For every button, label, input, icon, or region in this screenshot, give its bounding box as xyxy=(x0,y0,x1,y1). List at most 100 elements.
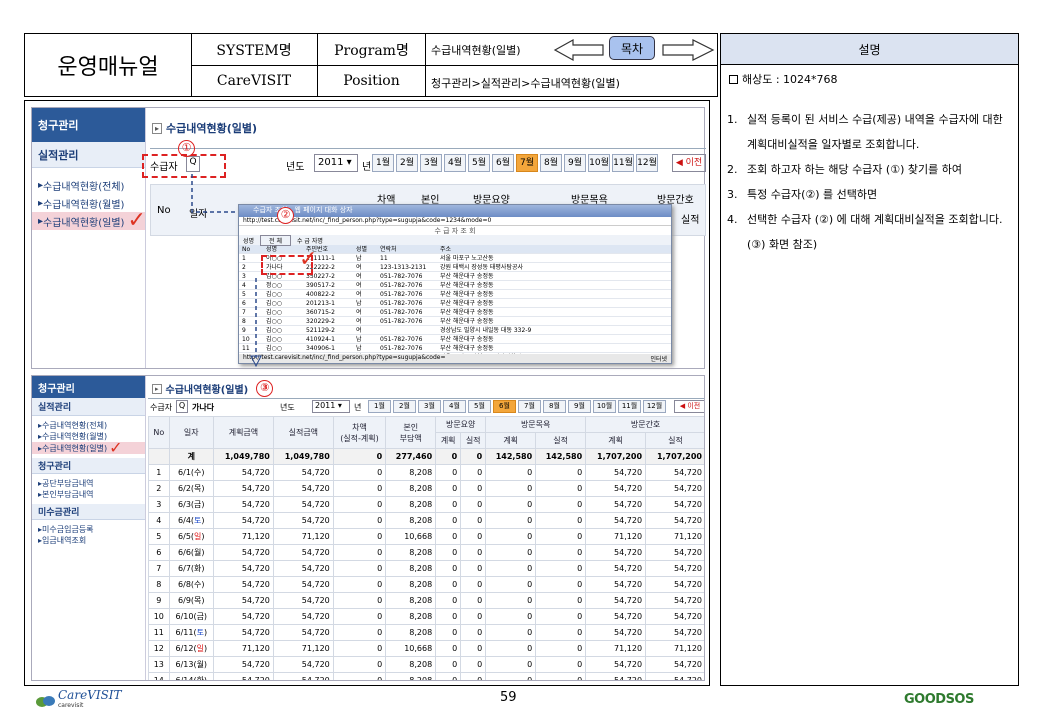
table-cell: 54,720 xyxy=(212,576,274,593)
th-plan: 계획 xyxy=(435,432,462,449)
prev-button[interactable]: ◀ 이전 xyxy=(674,400,704,413)
nav-item-total[interactable]: ▸ 수급내역현황(전체) xyxy=(32,420,145,431)
nav-item-daily[interactable]: ▸ 수급내역현황(일별) ✓ xyxy=(32,440,145,456)
search-icon[interactable]: Q xyxy=(176,400,188,413)
popup-cell: 2 xyxy=(242,264,246,271)
popup-cell: 여 xyxy=(356,291,362,298)
year-label: 년도 xyxy=(280,403,295,412)
popup-row[interactable]: 8 김○○ 320229-2 여 051-782-7076 부산 해운대구 송정동 xyxy=(239,317,671,326)
popup-row[interactable]: 10 김○○ 410924-1 남 051-782-7076 부산 해운대구 송정동 xyxy=(239,335,671,344)
month-tab[interactable]: 1월 xyxy=(368,400,391,413)
table-cell: 54,720 xyxy=(585,480,647,497)
month-tab[interactable]: 11월 xyxy=(618,400,641,413)
month-tab[interactable]: 5월 xyxy=(468,400,491,413)
nav-item-monthly[interactable]: ▸ 수급내역현황(월별) xyxy=(32,431,145,442)
month-tab[interactable]: 4월 xyxy=(443,400,466,413)
year-select[interactable]: 2011 ▾ xyxy=(312,400,350,413)
table-cell: 0 xyxy=(332,592,387,609)
popup-row[interactable]: 7 김○○ 360715-2 여 051-782-7076 부산 해운대구 송정동 xyxy=(239,308,671,317)
table-cell: 0 xyxy=(332,528,387,545)
table-cell: 54,720 xyxy=(645,496,704,513)
table-cell: 0 xyxy=(460,512,487,529)
popup-filter-select[interactable]: 전 체 xyxy=(260,234,291,246)
table-cell: 54,720 xyxy=(585,512,647,529)
step-text: 특정 수급자(②) 를 선택하면 xyxy=(747,188,878,201)
month-tab[interactable]: 6월 xyxy=(493,400,516,413)
nav-item-daily[interactable]: ▸ 수급내역현황(일별) ✓ xyxy=(32,210,146,232)
month-tab[interactable]: 4월 xyxy=(444,154,466,172)
table-cell: 4 xyxy=(148,512,170,529)
nav-item-receivable-entry[interactable]: ▸ 미수금입금등록 xyxy=(32,524,145,535)
table-cell: 54,720 xyxy=(645,672,704,680)
month-tab[interactable]: 1월 xyxy=(372,154,394,172)
month-tab[interactable]: 11월 xyxy=(612,154,634,172)
nav-item-deposit-lookup[interactable]: ▸ 입금내역조회 xyxy=(32,535,145,546)
table-cell xyxy=(148,448,170,465)
table-cell: 0 xyxy=(460,576,487,593)
popup-cell: 부산 해운대구 송정동 xyxy=(440,282,494,289)
month-tab[interactable]: 7월 xyxy=(518,400,541,413)
month-tab[interactable]: 8월 xyxy=(540,154,562,172)
daily-table-wrap: No 일자 계획금액 실적금액 차액 (실적-계획) 본인 부담액 방문요양 방문목… xyxy=(148,416,704,680)
table-cell: 54,720 xyxy=(645,592,704,609)
table-row: 11 6/11(토) 54,720 54,720 0 8,208 0 0 0 0 54,720 54,… xyxy=(148,624,704,641)
nav-subtitle[interactable]: 실적관리 xyxy=(32,142,145,168)
table-cell: 54,720 xyxy=(585,608,647,625)
popup-cell: 320229-2 xyxy=(306,318,335,325)
month-tab[interactable]: 12월 xyxy=(636,154,658,172)
popup-row[interactable]: 9 김○○ 521129-2 여 경상남도 밀양시 내일동 대동 332-9 xyxy=(239,326,671,335)
popup-row[interactable]: 11 김○○ 340906-1 남 051-782-7076 부산 해운대구 송정동 xyxy=(239,344,671,353)
nav-subtitle[interactable]: 실적관리 xyxy=(32,398,145,416)
month-tab[interactable]: 10월 xyxy=(588,154,610,172)
nav-subtitle-receivables[interactable]: 미수금관리 xyxy=(32,504,145,520)
th-plan: 계획 xyxy=(485,432,537,449)
month-tab[interactable]: 6월 xyxy=(492,154,514,172)
popup-row[interactable]: 5 김○○ 400822-2 여 051-782-7076 부산 해운대구 송정동 xyxy=(239,290,671,299)
nav-item-corp-charge[interactable]: ▸ 공단부담금내역 xyxy=(32,478,145,489)
month-tab[interactable]: 3월 xyxy=(418,400,441,413)
nav-title[interactable]: 청구관리 xyxy=(32,108,145,142)
table-cell: 0 xyxy=(535,640,587,657)
table-cell: 54,720 xyxy=(212,624,274,641)
month-tab[interactable]: 5월 xyxy=(468,154,490,172)
search-icon[interactable]: Q xyxy=(186,156,200,172)
month-tab[interactable]: 8월 xyxy=(543,400,566,413)
popup-cell: 서울 마포구 노고산동 xyxy=(440,255,494,262)
table-cell: 54,720 xyxy=(272,464,334,481)
marker-3: ③ xyxy=(256,380,274,397)
th-actual: 실적 xyxy=(535,432,587,449)
year-select[interactable]: 2011 ▾ xyxy=(314,154,358,172)
popup-cell: 김○○ xyxy=(266,291,282,298)
th-actual-amt: 실적금액 xyxy=(272,416,334,449)
table-cell: 0 xyxy=(332,624,387,641)
nav-subtitle-claims[interactable]: 청구관리 xyxy=(32,458,145,474)
prev-button[interactable]: ◀ 이전 xyxy=(672,154,706,172)
nav-item-total[interactable]: ▸ 수급내역현황(전체) xyxy=(32,176,145,194)
nav-title[interactable]: 청구관리 xyxy=(32,376,145,398)
table-cell: 8,208 xyxy=(385,544,437,561)
popup-row[interactable]: 4 정○○ 390517-2 여 051-782-7076 부산 해운대구 송정동 xyxy=(239,281,671,290)
popup-cell: 부산 해운대구 송정동 xyxy=(440,291,494,298)
month-tab[interactable]: 9월 xyxy=(568,400,591,413)
nav-item-self-charge[interactable]: ▸ 본인부담금내역 xyxy=(32,489,145,500)
month-tab[interactable]: 2월 xyxy=(396,154,418,172)
month-tab[interactable]: 12월 xyxy=(643,400,666,413)
next-arrow-icon[interactable] xyxy=(661,38,717,62)
month-tab[interactable]: 10월 xyxy=(593,400,616,413)
popup-cell xyxy=(377,326,437,334)
popup-cell: 김○○ xyxy=(266,318,282,325)
system-value: CareVISIT xyxy=(191,65,318,96)
table-cell: 0 xyxy=(332,496,387,513)
month-tab[interactable]: 2월 xyxy=(393,400,416,413)
toc-button[interactable]: 목차 xyxy=(609,36,655,60)
popup-cell: 400822-2 xyxy=(306,291,335,298)
screenshot-area: 청구관리 실적관리 ▸ 수급내역현황(전체) ▸ 수급내역현황(월별) ▸ 수급… xyxy=(24,100,710,686)
popup-cell: 김○○ xyxy=(266,336,282,343)
month-tab[interactable]: 7월 xyxy=(516,154,538,172)
month-tab[interactable]: 3월 xyxy=(420,154,442,172)
step-item: 2. 조회 하고자 하는 해당 수급자 (①) 찾기를 하여 xyxy=(727,157,1008,182)
prev-arrow-icon[interactable] xyxy=(553,38,605,62)
month-tab[interactable]: 9월 xyxy=(564,154,586,172)
table-cell: 0 xyxy=(535,560,587,577)
popup-row[interactable]: 6 김○○ 201213-1 남 051-782-7076 부산 해운대구 송정동 xyxy=(239,299,671,308)
